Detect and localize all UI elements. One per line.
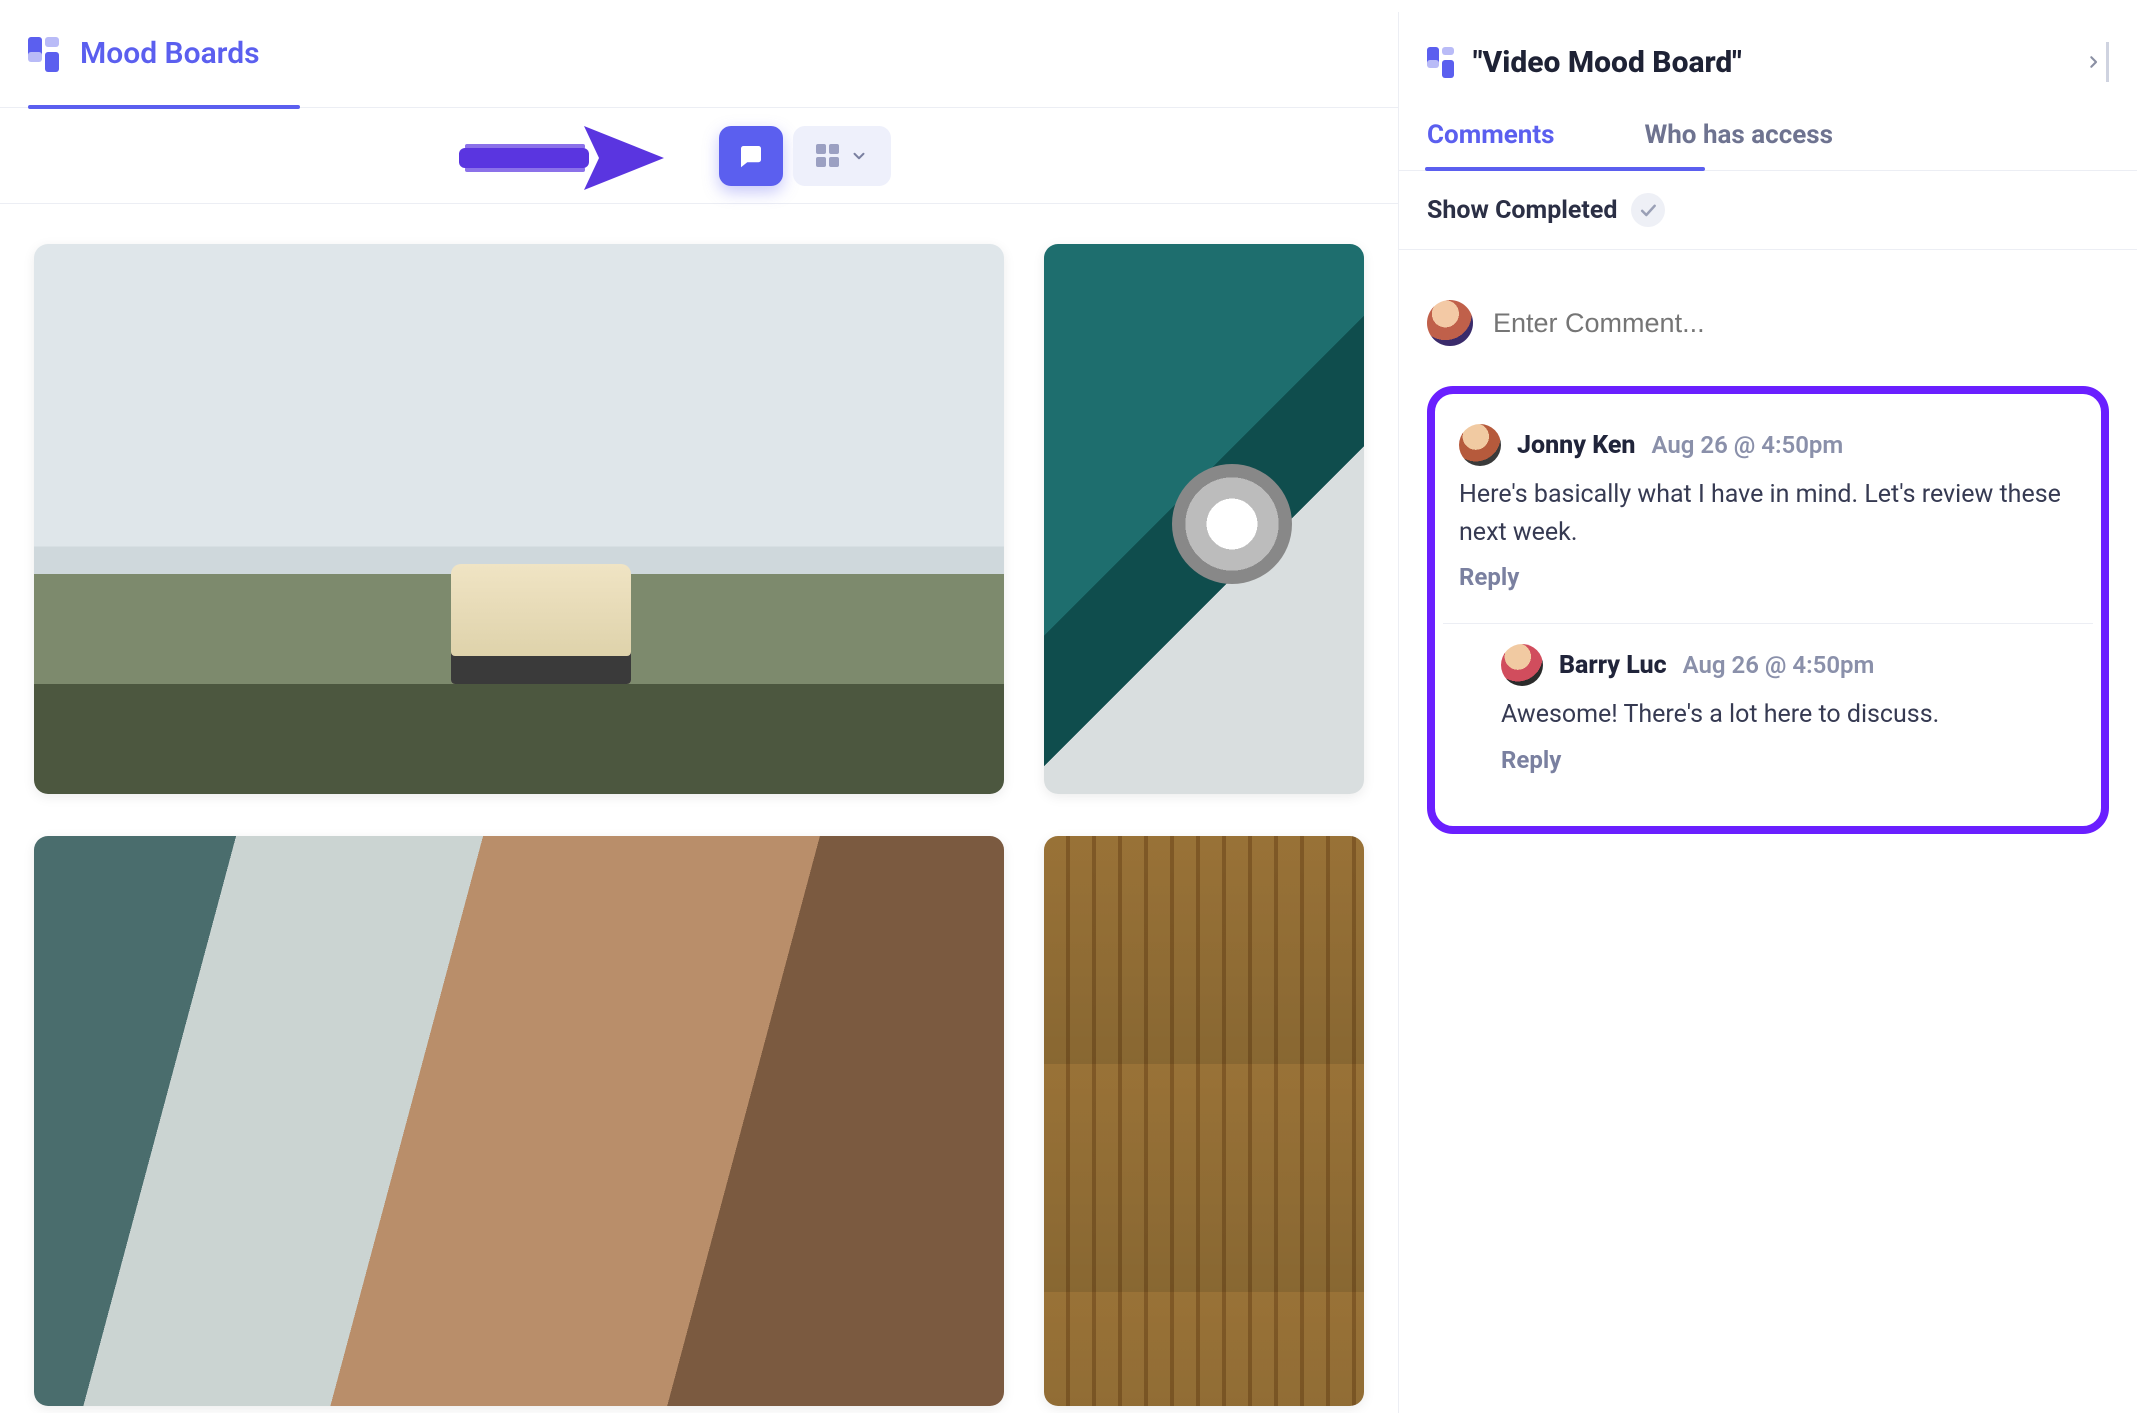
- current-user-avatar: [1427, 300, 1473, 346]
- gallery: [0, 204, 1398, 1413]
- commenter-name: Jonny Ken: [1517, 431, 1635, 460]
- mood-image[interactable]: [34, 244, 1004, 794]
- page-title: Mood Boards: [80, 36, 260, 71]
- mood-image[interactable]: [1044, 244, 1364, 794]
- panel-title: "Video Mood Board": [1473, 45, 1742, 80]
- comment-input[interactable]: [1493, 308, 2109, 339]
- panel-tabs: Comments Who has access: [1399, 100, 2137, 171]
- grid-view-button[interactable]: [793, 126, 891, 186]
- show-completed-row: Show Completed: [1399, 171, 2137, 250]
- breadcrumb[interactable]: Mood Boards: [28, 0, 260, 107]
- comment-body: Awesome! There's a lot here to discuss.: [1501, 696, 2077, 734]
- tab-comments[interactable]: Comments: [1427, 106, 1555, 170]
- comment-timestamp: Aug 26 @ 4:50pm: [1683, 651, 1875, 679]
- reply-button[interactable]: Reply: [1501, 746, 2077, 774]
- tab-access[interactable]: Who has access: [1645, 106, 1834, 170]
- show-completed-label: Show Completed: [1427, 196, 1617, 225]
- annotation-arrow: [459, 116, 669, 196]
- commenter-name: Barry Luc: [1559, 651, 1667, 680]
- moodboard-icon: [1427, 47, 1457, 77]
- comment-composer: [1427, 276, 2109, 386]
- commenter-avatar: [1459, 424, 1501, 466]
- comment-body: Here's basically what I have in mind. Le…: [1459, 476, 2077, 551]
- panel-header: "Video Mood Board": [1399, 12, 2137, 100]
- mood-image[interactable]: [34, 836, 1004, 1406]
- view-toolbar: [0, 108, 1398, 204]
- comments-panel: "Video Mood Board" Comments Who has acce…: [1398, 12, 2137, 1413]
- comment-item: Barry Luc Aug 26 @ 4:50pm Awesome! There…: [1443, 623, 2093, 796]
- commenter-avatar: [1501, 644, 1543, 686]
- comment-timestamp: Aug 26 @ 4:50pm: [1651, 431, 1843, 459]
- chevron-down-icon: [850, 147, 868, 165]
- comment-item: Jonny Ken Aug 26 @ 4:50pm Here's basical…: [1443, 404, 2093, 613]
- collapse-panel-button[interactable]: [2081, 42, 2109, 82]
- reply-button[interactable]: Reply: [1459, 563, 2077, 591]
- mood-image[interactable]: [1044, 836, 1364, 1406]
- comments-view-button[interactable]: [719, 126, 783, 186]
- show-completed-toggle[interactable]: [1631, 193, 1665, 227]
- annotation-highlight-box: Jonny Ken Aug 26 @ 4:50pm Here's basical…: [1427, 386, 2109, 834]
- grid-icon: [816, 144, 840, 168]
- main-area: "Video Mood Board" Comments Who has acce…: [0, 108, 2137, 1413]
- moodboard-icon: [28, 37, 62, 71]
- panel-body: Jonny Ken Aug 26 @ 4:50pm Here's basical…: [1399, 250, 2137, 874]
